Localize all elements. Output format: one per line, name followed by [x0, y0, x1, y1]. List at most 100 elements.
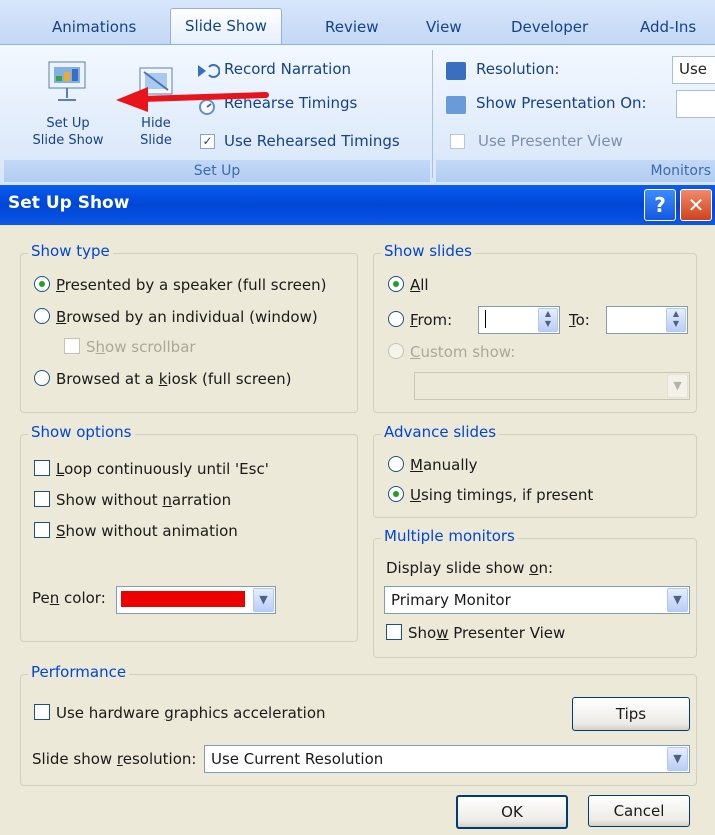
radio-manually[interactable]: Manually	[388, 456, 478, 474]
individual-label-key: B	[56, 308, 67, 326]
setup-slideshow-label[interactable]: Set Up Slide Show	[18, 115, 118, 149]
display-on-label-post: n:	[538, 559, 554, 577]
display-monitor-value: Primary Monitor	[391, 591, 511, 609]
display-slide-show-on-label: Display slide show on:	[386, 559, 553, 577]
radio-from-slide[interactable]: From:	[388, 311, 452, 329]
checkmark-icon: ✓	[200, 134, 215, 149]
to-slide-label: To:	[569, 311, 590, 329]
radio-using-timings[interactable]: Using timings, if present	[388, 486, 593, 504]
tab-review[interactable]: Review	[325, 10, 379, 44]
checkbox-hardware-acceleration[interactable]: Use hardware graphics acceleration	[34, 704, 326, 722]
dialog-titlebar[interactable]: Set Up Show	[0, 185, 715, 225]
from-label-key: F	[410, 311, 418, 329]
display-monitor-dropdown[interactable]: Primary Monitor ▼	[384, 586, 690, 614]
custom-show-dropdown[interactable]: ▼	[414, 372, 690, 400]
resolution-icon	[446, 62, 466, 80]
checkbox-without-animation[interactable]: Show without animation	[34, 522, 238, 540]
record-narration-icon	[196, 62, 221, 84]
pen-color-label: Pen color:	[32, 589, 106, 607]
tab-slide-show[interactable]: Slide Show	[170, 8, 282, 45]
chevron-down-icon[interactable]: ▼	[667, 747, 688, 771]
radio-browsed-by-individual[interactable]: Browsed by an individual (window)	[34, 308, 318, 326]
setup-slideshow-button[interactable]	[34, 58, 100, 104]
radio-indicator	[388, 311, 404, 327]
tab-view[interactable]: View	[426, 10, 462, 44]
pen-color-label-pre: Pe	[32, 589, 50, 607]
kiosk-label-post: iosk (full screen)	[167, 370, 292, 388]
chevron-down-icon[interactable]: ▼	[667, 374, 688, 398]
pen-color-dropdown[interactable]: ▼	[116, 586, 276, 614]
radio-custom-show[interactable]: Custom show:	[388, 343, 515, 361]
performance-legend: Performance	[28, 663, 130, 681]
advance-slides-legend: Advance slides	[381, 423, 500, 441]
slide-show-resolution-dropdown[interactable]: Use Current Resolution ▼	[204, 745, 690, 773]
show-presentation-on-dropdown[interactable]	[676, 90, 715, 118]
resolution-dropdown[interactable]: Use	[672, 56, 715, 84]
slide-show-resolution-label: Slide show resolution:	[32, 750, 196, 768]
custom-label-post: ustom show:	[420, 343, 516, 361]
all-label-key: A	[410, 276, 421, 294]
spinner-arrows-icon[interactable]: ▲ ▼	[538, 308, 558, 332]
radio-selected-indicator	[388, 486, 404, 502]
display-on-label-pre: Display slide show	[386, 559, 530, 577]
hide-slide-label[interactable]: Hide Slide	[128, 115, 184, 149]
from-slide-spinner[interactable]: ▲ ▼	[478, 306, 560, 334]
checkbox-show-scrollbar[interactable]: Show scrollbar	[64, 338, 196, 356]
chevron-down-icon[interactable]: ▼	[253, 588, 274, 612]
resolution-dropdown-value: Use Current Resolution	[211, 750, 384, 768]
radio-selected-indicator	[34, 276, 50, 292]
checkbox-without-narration[interactable]: Show without narration	[34, 491, 231, 509]
setup-label-line2: Slide Show	[32, 133, 104, 148]
radio-presented-by-speaker[interactable]: Presented by a speaker (full screen)	[34, 276, 326, 294]
radio-indicator	[388, 456, 404, 472]
hide-label-line2: Slide	[140, 133, 172, 148]
from-label-post: rom:	[417, 311, 453, 329]
use-presenter-view-label: Use Presenter View	[478, 132, 623, 150]
setup-label-line1: Set Up	[46, 116, 90, 131]
to-slide-spinner[interactable]: ▲ ▼	[606, 306, 688, 334]
advance-slides-group	[373, 434, 697, 518]
to-label-key: T	[569, 311, 576, 329]
checkbox-indicator	[386, 624, 402, 640]
tips-button[interactable]: Tips	[572, 697, 690, 731]
resolution-label: Resolution:	[476, 60, 560, 78]
loop-label-post: oop continuously until 'Esc'	[64, 460, 269, 478]
speaker-label-key: P	[56, 276, 65, 294]
hardware-label-post: raphics acceleration	[173, 704, 326, 722]
to-label-post: o:	[575, 311, 590, 329]
checkbox-indicator	[34, 522, 50, 538]
ok-button[interactable]: OK	[456, 795, 568, 829]
close-button[interactable]: ✕	[680, 189, 712, 221]
radio-browsed-at-kiosk[interactable]: Browsed at a kiosk (full screen)	[34, 370, 291, 388]
checkbox-loop-continuously[interactable]: Loop continuously until 'Esc'	[34, 460, 269, 478]
kiosk-label-pre: Browsed at a	[56, 370, 159, 388]
hardware-label-key: g	[164, 704, 174, 722]
record-narration-label: Record Narration	[224, 60, 352, 78]
manually-label-post: anually	[422, 456, 478, 474]
monitor-icon	[446, 96, 466, 114]
ribbon: Animations Slide Show Review View Develo…	[0, 0, 715, 186]
custom-label-key: C	[410, 343, 421, 361]
show-type-legend: Show type	[28, 242, 113, 260]
radio-indicator	[34, 308, 50, 324]
cancel-button[interactable]: Cancel	[588, 795, 690, 827]
tab-add-ins[interactable]: Add-Ins	[640, 10, 696, 44]
presenter-view-checkbox-box	[450, 134, 465, 149]
spinner-arrows-icon[interactable]: ▲ ▼	[666, 308, 686, 332]
presenter-view-label-pre: Sho	[408, 624, 437, 642]
chevron-down-icon[interactable]: ▼	[667, 588, 688, 612]
individual-label-post: rowsed by an individual (window)	[66, 308, 318, 326]
checkbox-show-presenter-view[interactable]: Show Presenter View	[386, 624, 565, 642]
hide-label-line1: Hide	[141, 116, 171, 131]
pen-color-label-post: color:	[59, 589, 106, 607]
monitors-group-label: Monitors	[436, 160, 715, 182]
help-button[interactable]: ?	[644, 189, 676, 221]
show-slides-legend: Show slides	[381, 242, 475, 260]
dialog-title: Set Up Show	[8, 193, 130, 213]
radio-all-slides[interactable]: All	[388, 276, 429, 294]
show-options-legend: Show options	[28, 423, 135, 441]
tab-animations[interactable]: Animations	[52, 10, 136, 44]
manually-label-key: M	[410, 456, 423, 474]
tab-developer[interactable]: Developer	[511, 10, 588, 44]
checkbox-indicator	[34, 491, 50, 507]
